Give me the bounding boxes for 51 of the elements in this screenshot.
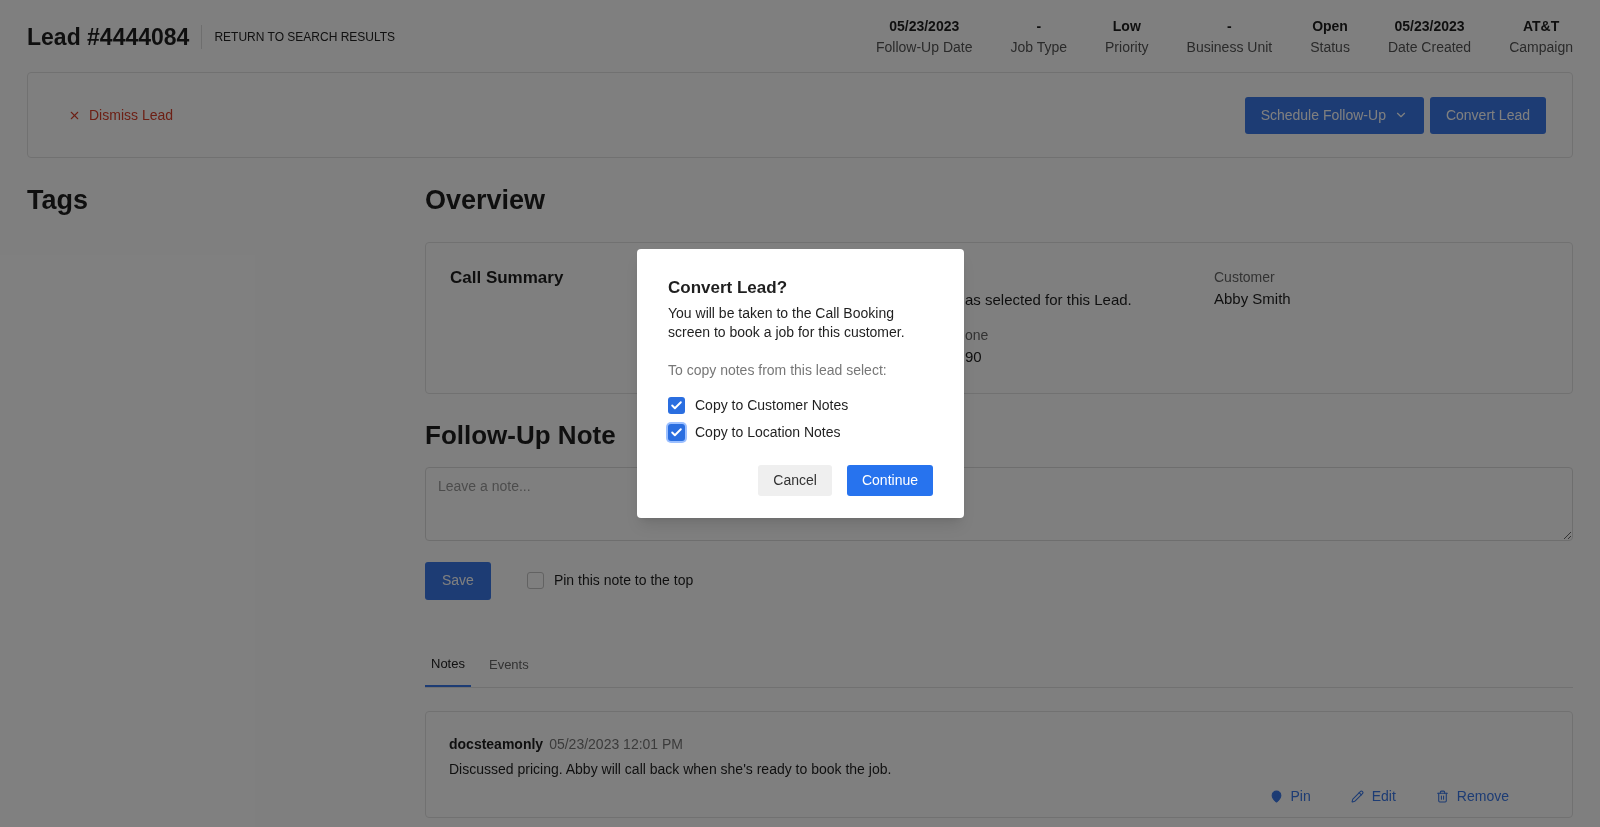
dialog-message: You will be taken to the Call Booking screen to book a job for this customer. — [668, 303, 906, 342]
trash-icon — [1435, 790, 1449, 803]
meta-label: Business Unit — [1186, 38, 1273, 57]
customer-label: Customer — [1214, 267, 1276, 287]
page-title: Lead #4444084 — [27, 22, 190, 52]
pin-icon — [1269, 790, 1283, 803]
meta-label: Date Created — [1387, 38, 1472, 57]
return-link[interactable]: RETURN TO SEARCH RESULTS — [214, 28, 396, 46]
check-icon — [670, 398, 683, 412]
tags-heading: Tags — [27, 184, 89, 217]
meta-label: Job Type — [1010, 38, 1068, 57]
meta-value: - — [1036, 17, 1042, 36]
continue-button[interactable]: Continue — [846, 464, 933, 496]
option-label: Copy to Location Notes — [695, 422, 841, 442]
meta-label: Status — [1310, 38, 1350, 57]
schedule-follow-up-button[interactable]: Schedule Follow-Up — [1244, 96, 1424, 134]
note-text: Discussed pricing. Abby will call back when she's ready to book the job. — [449, 760, 893, 779]
follow-up-heading: Follow-Up Note — [425, 418, 616, 452]
dialog-title: Convert Lead? — [668, 277, 789, 299]
dismiss-lead-button[interactable]: Dismiss Lead — [68, 104, 174, 126]
meta-label: Follow-Up Date — [876, 38, 973, 57]
pin-note-label: Pin this note to the top — [553, 571, 694, 590]
save-button[interactable]: Save — [425, 561, 491, 600]
cancel-button[interactable]: Cancel — [758, 464, 832, 496]
checkbox[interactable] — [668, 396, 685, 414]
meta-value: - — [1227, 17, 1232, 36]
field-value: 90 — [965, 347, 983, 367]
dialog-prompt: To copy notes from this lead select: — [668, 360, 888, 380]
note-author: docsteamonly — [449, 735, 544, 754]
summary-text: as selected for this Lead. — [965, 289, 1133, 310]
tab[interactable]: Notes — [425, 653, 471, 687]
option-label: Copy to Customer Notes — [695, 395, 849, 415]
field-label: one — [965, 326, 990, 345]
customer-name: Abby Smith — [1214, 288, 1291, 309]
meta-value: 05/23/2023 — [1394, 17, 1465, 36]
call-summary-title: Call Summary — [450, 267, 564, 287]
meta-label: Priority — [1105, 38, 1149, 57]
meta-label: Campaign — [1509, 38, 1573, 57]
note-time: 05/23/2023 12:01 PM — [549, 735, 684, 754]
convert-lead-button[interactable]: Convert Lead — [1429, 96, 1546, 134]
meta-value: 05/23/2023 — [889, 17, 960, 36]
meta-value: Low — [1112, 17, 1141, 36]
meta-value: AT&T — [1522, 17, 1560, 36]
meta-value: Open — [1312, 17, 1348, 36]
pin-button[interactable]: Pin — [1269, 786, 1311, 807]
edit-button[interactable]: Edit — [1350, 786, 1396, 807]
tab[interactable]: Events — [482, 653, 535, 687]
overview-heading: Overview — [425, 184, 547, 217]
remove-button[interactable]: Remove — [1435, 786, 1509, 807]
pencil-icon — [1350, 790, 1364, 803]
checkbox[interactable] — [526, 572, 544, 589]
